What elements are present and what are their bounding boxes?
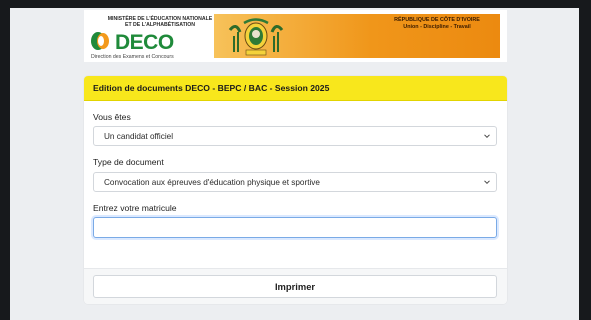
deco-logo-text: DECO [115,31,174,54]
matricule-label: Entrez votre matricule [93,203,177,213]
coat-of-arms-icon [228,18,284,56]
print-button[interactable]: Imprimer [93,275,497,298]
document-type-select[interactable]: Convocation aux épreuves d'éducation phy… [93,172,497,192]
screen-edge-right [579,0,591,320]
deco-logo-icon [91,32,109,50]
republic-name: RÉPUBLIQUE DE CÔTE D'IVOIRE Union - Disc… [378,17,496,30]
form-title: Edition de documents DECO - BEPC / BAC -… [93,83,330,93]
candidate-type-label: Vous êtes [93,112,131,122]
form-footer: Imprimer [84,268,507,304]
header-banner: MINISTÈRE DE L'ÉDUCATION NATIONALE ET DE… [84,10,507,62]
document-type-label: Type de document [93,157,164,167]
candidate-type-value: Un candidat officiel [104,132,174,141]
chevron-down-icon [484,134,490,139]
document-type-value: Convocation aux épreuves d'éducation phy… [104,178,320,187]
candidate-type-select[interactable]: Un candidat officiel [93,126,497,146]
matricule-input[interactable] [93,217,497,238]
ministry-name: MINISTÈRE DE L'ÉDUCATION NATIONALE ET DE… [90,16,230,28]
form-header: Edition de documents DECO - BEPC / BAC -… [84,76,507,101]
ministry-line-2: ET DE L'ALPHABÉTISATION [124,22,195,28]
chevron-down-icon [484,180,490,185]
deco-logo-subtitle: Direction des Examens et Concours [91,54,174,60]
screen-edge-left [0,0,10,320]
republic-motto: Union - Discipline - Travail [403,23,471,30]
republic-line-1: RÉPUBLIQUE DE CÔTE D'IVOIRE [394,17,480,23]
screen-edge-top [0,0,591,8]
document-form-card: Edition de documents DECO - BEPC / BAC -… [84,76,507,304]
